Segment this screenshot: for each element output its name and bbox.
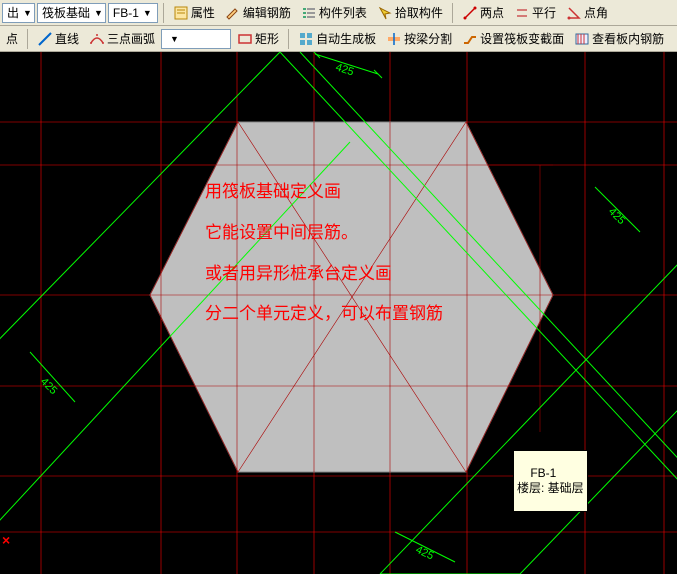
line-icon [37, 31, 53, 47]
dim-label: 425 [606, 206, 627, 227]
pick-component-label: 拾取构件 [395, 4, 443, 21]
beam-split-icon [386, 31, 402, 47]
rect-label: 矩形 [255, 30, 279, 47]
annotation-text: 用筏板基础定义画 它能设置中间层筋。 或者用异形桩承台定义画 分二个单元定义，可… [205, 172, 443, 335]
auto-gen-label: 自动生成板 [316, 30, 376, 47]
combo-component-id[interactable]: FB-1 ▼ [108, 3, 158, 23]
view-plate-rebar-button[interactable]: 查看板内钢筋 [570, 27, 668, 50]
draw-mode-combo[interactable]: ▼ [161, 29, 231, 49]
rect-button[interactable]: 矩形 [233, 27, 283, 50]
annotation-line-3: 或者用异形桩承台定义画 [205, 254, 443, 295]
dim-label: 425 [334, 61, 355, 78]
beam-split-button[interactable]: 按梁分割 [382, 27, 456, 50]
auto-gen-button[interactable]: 自动生成板 [294, 27, 380, 50]
point-angle-button[interactable]: 点角 [562, 1, 612, 24]
toolbar-separator [288, 29, 289, 49]
view-plate-rebar-label: 查看板内钢筋 [592, 30, 664, 47]
point-button[interactable]: 点 [2, 27, 22, 50]
rect-icon [237, 31, 253, 47]
auto-gen-icon [298, 31, 314, 47]
parallel-label: 平行 [532, 4, 556, 21]
point-angle-icon [566, 5, 582, 21]
two-point-icon [462, 5, 478, 21]
dropdown-arrow-icon: ▼ [23, 8, 32, 18]
component-list-button[interactable]: 构件列表 [297, 1, 371, 24]
point-angle-label: 点角 [584, 4, 608, 21]
arc-icon [89, 31, 105, 47]
toolbar-separator [27, 29, 28, 49]
combo-partial-text: 出 [7, 4, 19, 21]
beam-split-label: 按梁分割 [404, 30, 452, 47]
set-raft-section-label: 设置筏板变截面 [480, 30, 564, 47]
view-rebar-icon [574, 31, 590, 47]
combo-id-text: FB-1 [113, 6, 139, 20]
combo-type-text: 筏板基础 [42, 4, 90, 21]
tooltip-text: FB-1 楼层: 基础层 [517, 466, 584, 494]
edit-rebar-icon [225, 5, 241, 21]
combo-partial[interactable]: 出 ▼ [2, 3, 35, 23]
point-label: 点 [6, 30, 18, 47]
edit-rebar-button[interactable]: 编辑钢筋 [221, 1, 295, 24]
annotation-line-2: 它能设置中间层筋。 [205, 213, 443, 254]
drawing-canvas[interactable]: 425 425 425 425 用筏板基础定义画 它能设置中间层筋。 或者用异形… [0, 52, 677, 574]
toolbar-separator [452, 3, 453, 23]
component-list-label: 构件列表 [319, 4, 367, 21]
component-tooltip: FB-1 楼层: 基础层 [513, 450, 588, 512]
dropdown-arrow-icon: ▼ [94, 8, 103, 18]
dim-label: 425 [414, 544, 436, 563]
list-icon [301, 5, 317, 21]
toolbar-separator [163, 3, 164, 23]
properties-icon [173, 5, 189, 21]
dropdown-arrow-icon: ▼ [170, 34, 179, 44]
set-raft-section-button[interactable]: 设置筏板变截面 [458, 27, 568, 50]
line-label: 直线 [55, 30, 79, 47]
two-point-label: 两点 [480, 4, 504, 21]
line-button[interactable]: 直线 [33, 27, 83, 50]
arc3-button[interactable]: 三点画弧 [85, 27, 159, 50]
pick-component-button[interactable]: 拾取构件 [373, 1, 447, 24]
attributes-button[interactable]: 属性 [169, 1, 219, 24]
dropdown-arrow-icon: ▼ [143, 8, 152, 18]
arc3-label: 三点画弧 [107, 30, 155, 47]
toolbar-2: 点 直线 三点画弧 ▼ 矩形 自动生成板 按梁分割 设置筏板变截面 查看板内钢筋 [0, 26, 677, 52]
parallel-button[interactable]: 平行 [510, 1, 560, 24]
annotation-line-4: 分二个单元定义，可以布置钢筋 [205, 294, 443, 335]
edit-rebar-label: 编辑钢筋 [243, 4, 291, 21]
section-icon [462, 31, 478, 47]
annotation-line-1: 用筏板基础定义画 [205, 172, 443, 213]
parallel-icon [514, 5, 530, 21]
toolbar-1: 出 ▼ 筏板基础 ▼ FB-1 ▼ 属性 编辑钢筋 构件列表 拾取构件 两点 平… [0, 0, 677, 26]
origin-marker: × [2, 532, 10, 548]
combo-component-type[interactable]: 筏板基础 ▼ [37, 3, 106, 23]
two-point-button[interactable]: 两点 [458, 1, 508, 24]
pick-icon [377, 5, 393, 21]
attr-label: 属性 [191, 4, 215, 21]
